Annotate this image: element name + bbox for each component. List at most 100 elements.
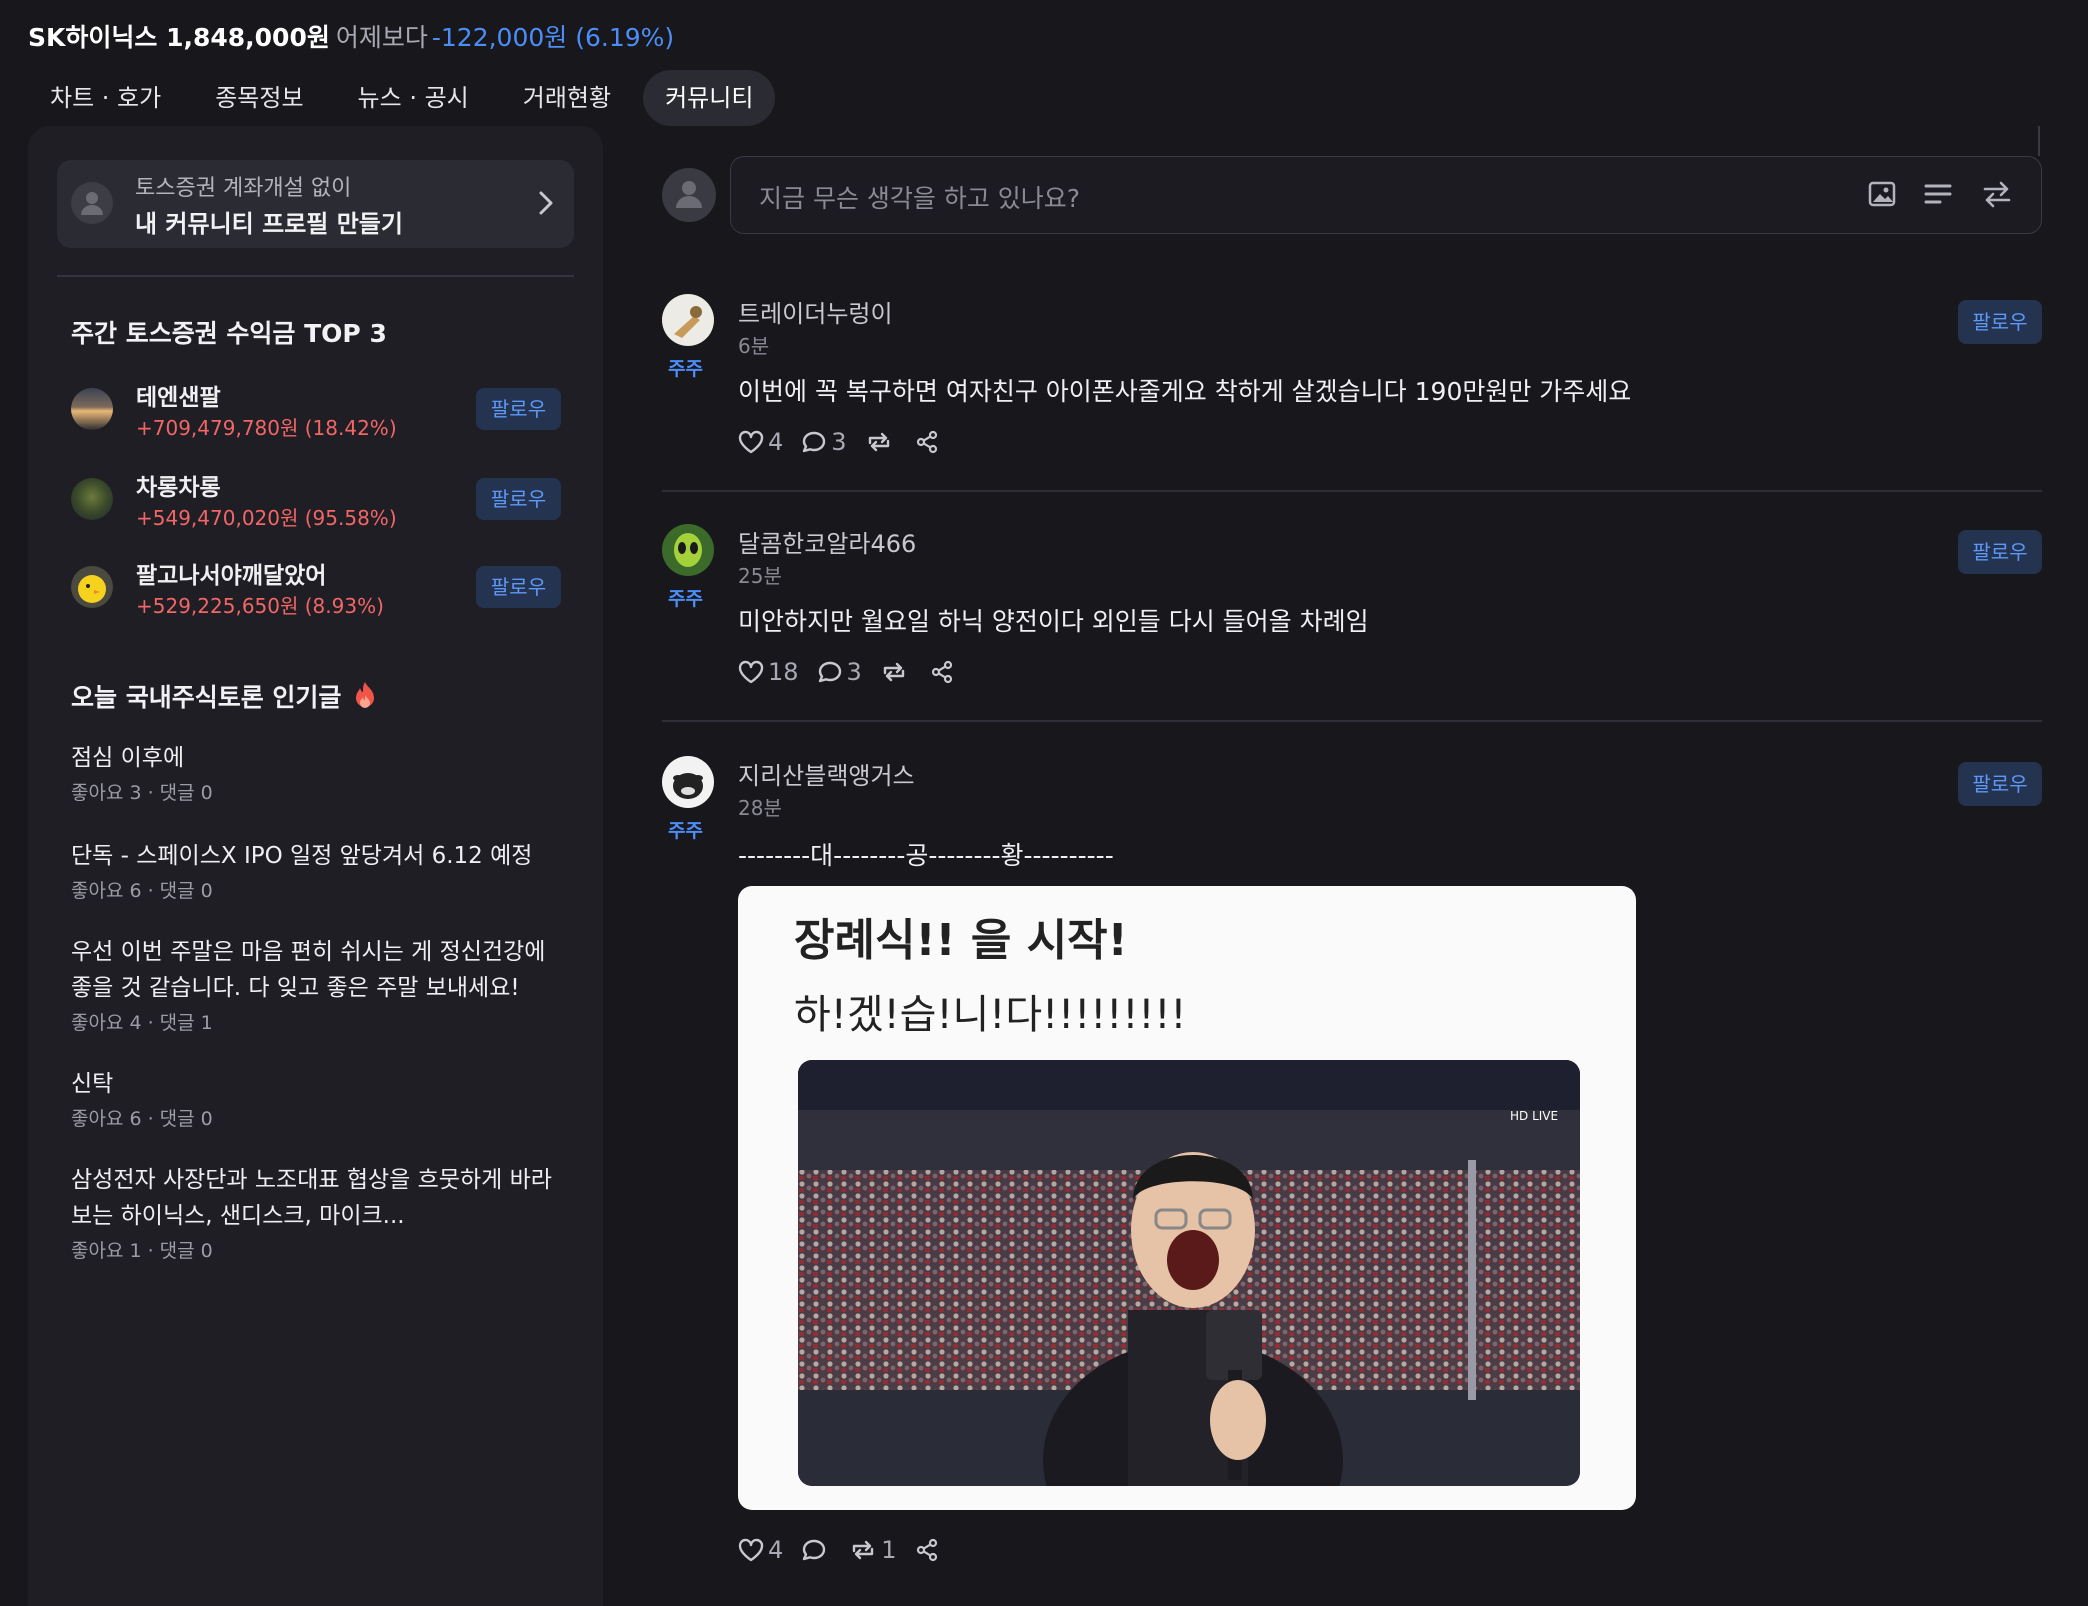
repost-count: 1	[881, 1536, 897, 1564]
popular-post-title: 우선 이번 주말은 마음 편히 쉬시는 게 정신건강에 좋을 것 같습니다. 다…	[71, 939, 546, 1001]
follow-button[interactable]: 팔로우	[476, 388, 561, 430]
comment-count: 3	[831, 428, 847, 456]
tab-news[interactable]: 뉴스 · 공시	[336, 70, 491, 126]
popular-post-meta: 좋아요 3 · 댓글 0	[71, 782, 213, 804]
repost-icon	[853, 1540, 874, 1560]
like-count: 18	[768, 658, 799, 686]
price-change: -122,000원 (6.19%)	[431, 23, 675, 52]
follow-button[interactable]: 팔로우	[1958, 530, 2042, 574]
community-feed: 지금 무슨 생각을 하고 있나요? 주주 트레이더누렁이 6분 팔로우 이번에 …	[616, 126, 2088, 1606]
user-icon	[81, 192, 103, 215]
avatar	[662, 756, 714, 808]
my-avatar	[662, 168, 716, 222]
ranking-profit: +549,470,020원 (95.58%)	[136, 506, 397, 530]
popular-post-meta: 좋아요 6 · 댓글 0	[71, 880, 213, 902]
card-subline: 하!겠!습!니!다!!!!!!!!!	[794, 992, 1187, 1038]
like-button[interactable]: 4	[738, 1536, 783, 1564]
share-icon	[931, 660, 952, 684]
like-count: 4	[768, 428, 784, 456]
repost-icon	[868, 432, 889, 452]
popular-post-title: 삼성전자 사장단과 노조대표 협상을 흐뭇하게 바라보는 하이닉스, 샌디스크,…	[71, 1167, 552, 1229]
like-button[interactable]: 18	[738, 658, 799, 686]
comment-count: 3	[846, 658, 862, 686]
swap-icon[interactable]	[1981, 179, 2013, 213]
heart-icon	[738, 660, 764, 684]
user-icon	[676, 181, 702, 208]
tab-chart[interactable]: 차트 · 호가	[28, 70, 183, 126]
svg-text:HD LIVE: HD LIVE	[1510, 1109, 1558, 1123]
share-button[interactable]	[915, 1538, 939, 1562]
follow-button[interactable]: 팔로우	[1958, 762, 2042, 806]
avatar	[662, 294, 714, 346]
post-time: 28분	[738, 796, 782, 820]
popular-post[interactable]: 점심 이후에 좋아요 3 · 댓글 0	[71, 740, 571, 805]
promo-title: 내 커뮤니티 프로필 만들기	[135, 210, 403, 238]
repost-icon	[883, 662, 905, 682]
image-icon[interactable]	[1867, 179, 1897, 213]
stock-header: SK하이닉스 1,848,000원 어제보다 -122,000원 (6.19%)	[28, 18, 674, 54]
sidebar-divider	[57, 275, 574, 277]
text-format-icon[interactable]	[1923, 179, 1953, 213]
post-time: 25분	[738, 564, 782, 588]
event-photo: HD LIVE	[798, 1060, 1580, 1486]
popular-post-meta: 좋아요 1 · 댓글 0	[71, 1240, 213, 1262]
ranking-item[interactable]: 차롱차롱 +549,470,020원 (95.58%) 팔로우	[71, 468, 561, 532]
share-button[interactable]	[915, 430, 939, 454]
repost-button[interactable]	[865, 430, 897, 454]
like-count: 4	[768, 1536, 784, 1564]
comment-button[interactable]	[801, 1538, 831, 1562]
create-profile-banner[interactable]: 토스증권 계좌개설 없이 내 커뮤니티 프로필 만들기	[57, 160, 574, 248]
avatar	[71, 388, 113, 430]
ranking-profit: +529,225,650원 (8.93%)	[136, 594, 384, 618]
vs-yesterday-label: 어제보다	[335, 23, 428, 52]
like-button[interactable]: 4	[738, 428, 783, 456]
popular-posts-title: 오늘 국내주식토론 인기글	[71, 678, 376, 715]
ranking-item[interactable]: 테엔샌팔 +709,479,780원 (18.42%) 팔로우	[71, 378, 561, 442]
post-author[interactable]: 달콤한코알라466	[738, 524, 916, 559]
post-image-card[interactable]: 장례식!! 을 시작! 하!겠!습!니!다!!!!!!!!! HD LIVE	[738, 886, 1636, 1510]
repost-button[interactable]	[880, 660, 912, 684]
comment-button[interactable]: 3	[817, 658, 862, 686]
popular-post-meta: 좋아요 6 · 댓글 0	[71, 1108, 213, 1130]
default-avatar	[71, 182, 113, 224]
popular-post-title: 점심 이후에	[71, 745, 185, 771]
tab-community[interactable]: 커뮤니티	[643, 70, 776, 126]
comment-button[interactable]: 3	[801, 428, 847, 456]
avatar	[71, 478, 113, 520]
follow-button[interactable]: 팔로우	[1958, 300, 2042, 344]
popular-post-title: 신탁	[71, 1071, 114, 1097]
post-compose-input[interactable]: 지금 무슨 생각을 하고 있나요?	[730, 156, 2042, 234]
avatar	[71, 566, 113, 608]
post-body: 미안하지만 월요일 하닉 양전이다 외인들 다시 들어올 차례임	[738, 607, 1369, 636]
popular-post[interactable]: 단독 - 스페이스X IPO 일정 앞당겨서 6.12 예정 좋아요 6 · 댓…	[71, 838, 571, 903]
shareholder-badge: 주주	[668, 588, 703, 610]
share-icon	[916, 1538, 937, 1562]
popular-post-meta: 좋아요 4 · 댓글 1	[71, 1012, 213, 1034]
popular-post-title: 단독 - 스페이스X IPO 일정 앞당겨서 6.12 예정	[71, 843, 533, 869]
repost-button[interactable]: 1	[849, 1536, 897, 1564]
post-author[interactable]: 트레이더누렁이	[738, 294, 893, 329]
scroll-edge	[2038, 126, 2040, 156]
stock-name-price: SK하이닉스 1,848,000원	[28, 23, 330, 52]
post-time: 6분	[738, 334, 770, 358]
popular-post[interactable]: 신탁 좋아요 6 · 댓글 0	[71, 1066, 571, 1131]
follow-button[interactable]: 팔로우	[476, 478, 561, 520]
post-author[interactable]: 지리산블랙앵거스	[738, 756, 915, 791]
follow-button[interactable]: 팔로우	[476, 566, 561, 608]
avatar	[662, 524, 714, 576]
post-divider	[662, 720, 2042, 722]
top3-title: 주간 토스증권 수익금 TOP 3	[71, 319, 387, 348]
post-body: 이번에 꼭 복구하면 여자친구 아이폰사줄게요 착하게 살겠습니다 190만원만…	[738, 377, 1632, 406]
card-headline: 장례식!! 을 시작!	[794, 915, 1128, 966]
popular-post[interactable]: 삼성전자 사장단과 노조대표 협상을 흐뭇하게 바라보는 하이닉스, 샌디스크,…	[71, 1162, 571, 1263]
share-button[interactable]	[930, 660, 954, 684]
popular-title-text: 오늘 국내주식토론 인기글	[71, 683, 342, 712]
popular-post[interactable]: 우선 이번 주말은 마음 편히 쉬시는 게 정신건강에 좋을 것 같습니다. 다…	[71, 934, 571, 1035]
tab-stock-info[interactable]: 종목정보	[193, 70, 325, 126]
share-icon	[916, 430, 937, 454]
ranking-profit: +709,479,780원 (18.42%)	[136, 416, 397, 440]
post-divider	[662, 490, 2042, 492]
ranking-name: 팔고나서야깨달았어	[136, 563, 327, 589]
ranking-item[interactable]: 팔고나서야깨달았어 +529,225,650원 (8.93%) 팔로우	[71, 556, 561, 620]
tab-trading[interactable]: 거래현황	[501, 70, 633, 126]
